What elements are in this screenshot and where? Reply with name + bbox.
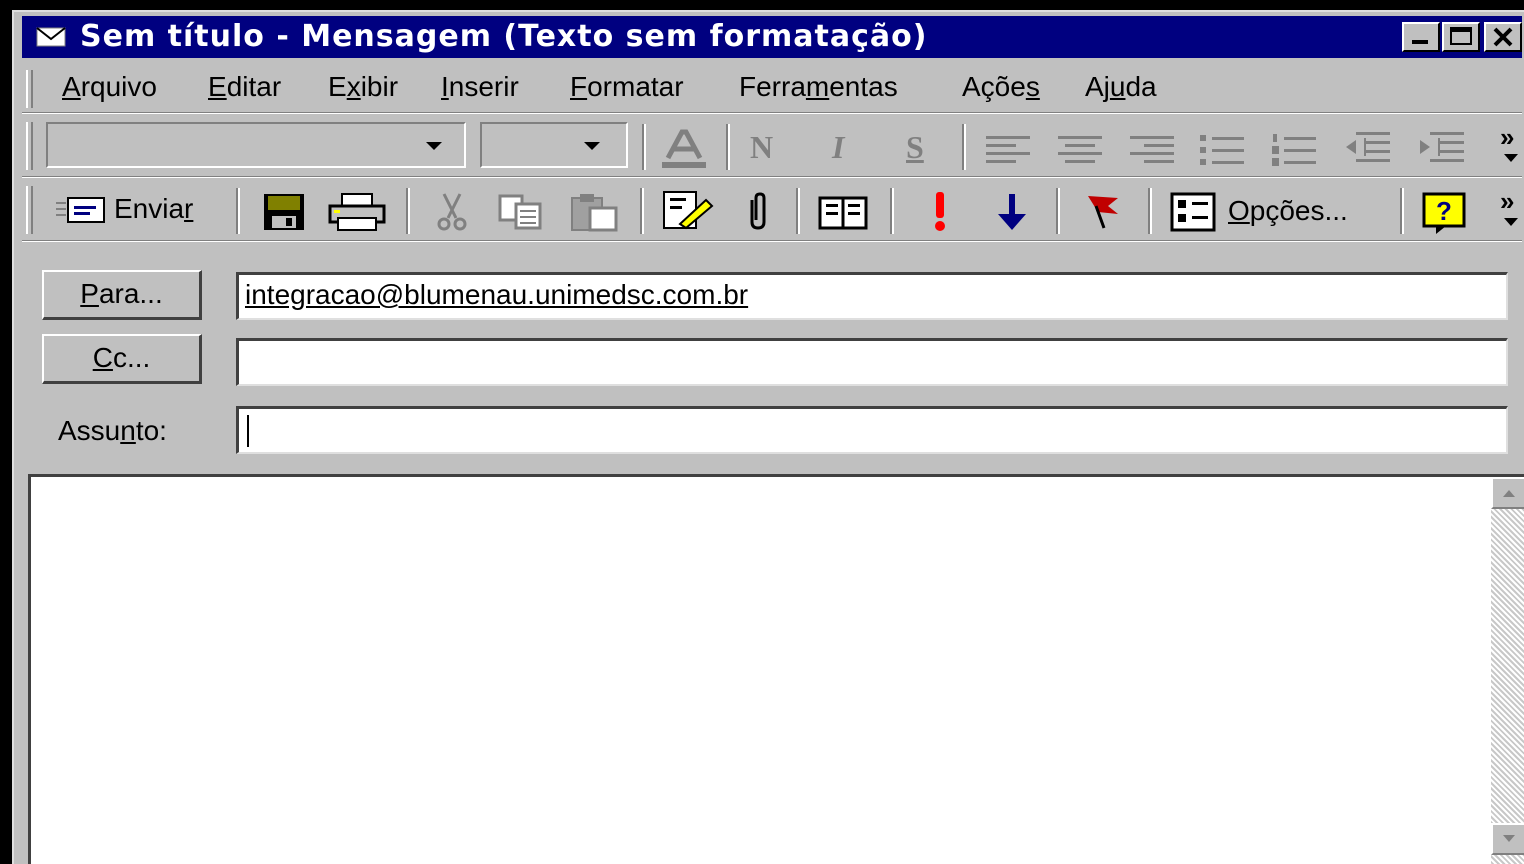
print-icon[interactable] xyxy=(328,192,386,232)
message-body[interactable] xyxy=(28,474,1524,864)
menu-grip[interactable] xyxy=(26,70,33,108)
divider xyxy=(22,176,1522,178)
chevron-down-icon xyxy=(1504,154,1518,162)
toolbar-separator xyxy=(640,188,644,234)
align-center-icon[interactable] xyxy=(1056,134,1106,166)
toolbar-separator xyxy=(962,124,966,170)
menu-bar: Arquivo Editar Exibir Inserir Formatar F… xyxy=(22,62,1522,112)
vertical-scrollbar[interactable] xyxy=(1491,477,1524,864)
minimize-button[interactable] xyxy=(1402,22,1440,52)
align-right-icon[interactable] xyxy=(1128,134,1178,166)
toolbar-overflow-button[interactable]: » xyxy=(1500,184,1514,218)
menu-editar[interactable]: Editar xyxy=(208,70,281,104)
menu-arquivo[interactable]: Arquivo xyxy=(62,70,157,104)
menu-ajuda[interactable]: Ajuda xyxy=(1085,70,1157,104)
to-button[interactable]: Para... xyxy=(42,270,202,320)
message-window: Sem título - Mensagem (Texto sem formata… xyxy=(12,10,1524,864)
options-icon xyxy=(1170,192,1216,232)
dropdown-arrow-icon xyxy=(426,142,442,150)
maximize-button[interactable] xyxy=(1442,22,1480,52)
send-label: Enviar xyxy=(114,193,194,224)
italic-button[interactable]: I xyxy=(832,130,844,164)
scroll-up-icon xyxy=(1503,490,1515,497)
font-color-icon[interactable] xyxy=(656,128,712,170)
toolbar-separator xyxy=(642,124,646,170)
align-left-icon[interactable] xyxy=(984,134,1034,166)
flag-icon[interactable] xyxy=(1082,192,1126,232)
increase-indent-icon[interactable] xyxy=(1416,130,1468,170)
envelope-icon xyxy=(36,27,66,47)
dropdown-arrow-icon xyxy=(584,142,600,150)
svg-text:?: ? xyxy=(1436,196,1452,226)
text-cursor xyxy=(247,415,249,447)
toolbar-grip[interactable] xyxy=(26,186,33,234)
numbering-icon[interactable] xyxy=(1270,132,1320,168)
toolbar-separator xyxy=(1056,188,1060,234)
save-icon[interactable] xyxy=(260,192,308,232)
bold-button[interactable]: N xyxy=(750,130,773,164)
title-bar[interactable]: Sem título - Mensagem (Texto sem formata… xyxy=(22,16,1522,58)
scroll-up-button[interactable] xyxy=(1491,477,1524,509)
underline-button[interactable]: S xyxy=(906,130,924,164)
menu-formatar[interactable]: Formatar xyxy=(570,70,684,104)
decrease-indent-icon[interactable] xyxy=(1342,130,1394,170)
toolbar-grip[interactable] xyxy=(26,122,33,170)
chevron-down-icon xyxy=(1504,218,1518,226)
copy-icon[interactable] xyxy=(496,192,548,232)
scroll-down-button[interactable] xyxy=(1491,823,1524,855)
cut-icon[interactable] xyxy=(432,192,472,232)
divider xyxy=(22,240,1522,242)
close-icon xyxy=(1493,27,1513,47)
toolbar-separator xyxy=(796,188,800,234)
paste-icon[interactable] xyxy=(568,192,620,232)
toolbar-overflow-button[interactable]: » xyxy=(1500,120,1514,154)
address-book-icon[interactable] xyxy=(818,194,870,232)
toolbar-separator xyxy=(406,188,410,234)
maximize-icon xyxy=(1450,27,1472,45)
font-combo[interactable] xyxy=(46,122,466,168)
window-title: Sem título - Mensagem (Texto sem formata… xyxy=(80,19,928,54)
send-icon xyxy=(56,197,105,223)
importance-high-icon[interactable] xyxy=(928,190,952,234)
menu-exibir[interactable]: Exibir xyxy=(328,70,398,104)
subject-field[interactable] xyxy=(236,406,1508,454)
menu-inserir[interactable]: Inserir xyxy=(441,70,519,104)
toolbar-separator xyxy=(890,188,894,234)
options-button[interactable]: Opções... xyxy=(1162,188,1392,234)
close-button[interactable] xyxy=(1484,22,1522,52)
paperclip-icon[interactable] xyxy=(738,192,778,232)
menu-ferramentas[interactable]: Ferramentas xyxy=(739,70,898,104)
divider xyxy=(22,112,1522,114)
send-button[interactable]: Enviar xyxy=(52,188,224,232)
size-combo[interactable] xyxy=(480,122,628,168)
importance-low-icon[interactable] xyxy=(992,192,1032,232)
menu-acoes[interactable]: Ações xyxy=(962,70,1040,104)
cc-field[interactable] xyxy=(236,338,1508,386)
bullets-icon[interactable] xyxy=(1198,132,1248,168)
standard-toolbar: Enviar Opções... ? » xyxy=(22,180,1522,240)
toolbar-separator xyxy=(726,124,730,170)
to-field[interactable]: integracao@blumenau.unimedsc.com.br xyxy=(236,272,1508,320)
scroll-down-icon xyxy=(1503,835,1515,842)
toolbar-separator xyxy=(236,188,240,234)
formatting-toolbar: N I S » xyxy=(22,116,1522,176)
toolbar-separator xyxy=(1400,188,1404,234)
address-book-check-icon[interactable] xyxy=(662,190,714,232)
options-label: Opções... xyxy=(1228,195,1348,226)
minimize-icon xyxy=(1412,40,1428,44)
subject-label: Assunto: xyxy=(58,415,167,446)
help-icon[interactable]: ? xyxy=(1422,192,1470,234)
toolbar-separator xyxy=(1148,188,1152,234)
cc-button[interactable]: Cc... xyxy=(42,334,202,384)
